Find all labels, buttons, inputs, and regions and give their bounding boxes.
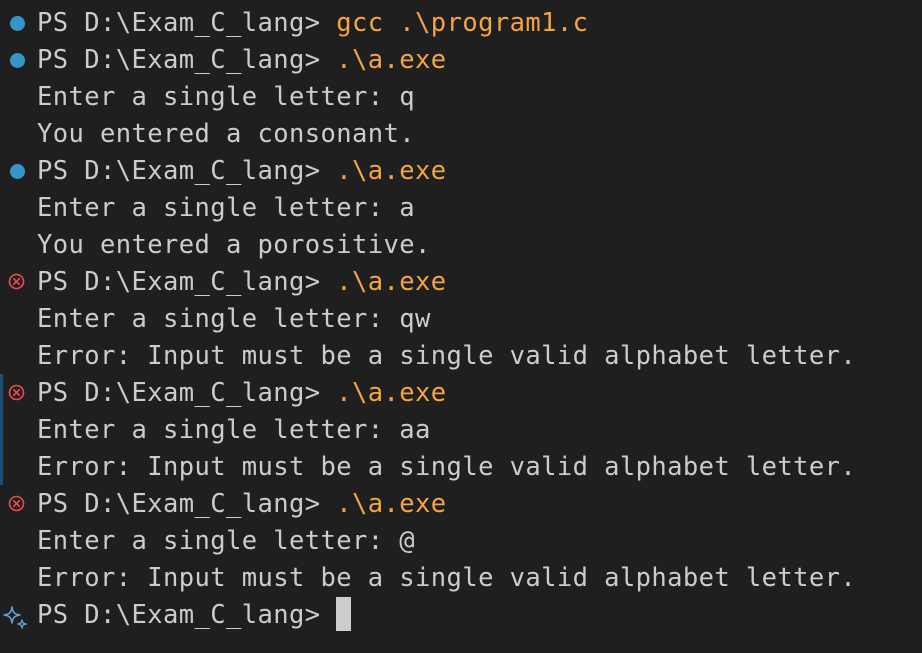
command-text: gcc .\program1.c (336, 8, 589, 38)
command-text: .\a.exe (336, 156, 447, 186)
prompt-text: PS D:\Exam_C_lang> (37, 8, 337, 38)
output-line: Enter a single letter: a (37, 193, 416, 223)
command-decoration-error[interactable] (7, 375, 27, 412)
prompt-line: PS D:\Exam_C_lang> .\a.exe (37, 153, 447, 190)
prompt-text: PS D:\Exam_C_lang> (37, 267, 337, 297)
command-text: .\a.exe (336, 45, 447, 75)
error-circle-icon (8, 384, 25, 401)
prompt-text: PS D:\Exam_C_lang> (37, 600, 337, 630)
error-circle-icon (8, 495, 25, 512)
command-decoration-success[interactable] (7, 153, 27, 190)
output-line: Enter a single letter: q (37, 82, 416, 112)
success-dot-icon (10, 164, 25, 179)
output-line: Enter a single letter: aa (37, 415, 431, 445)
selected-command-bar (0, 374, 3, 485)
output-line: You entered a porositive. (37, 230, 431, 260)
command-decoration-success[interactable] (7, 5, 27, 42)
command-text: .\a.exe (336, 489, 447, 519)
output-line: Enter a single letter: qw (37, 304, 431, 334)
output-line: Error: Input must be a single valid alph… (37, 341, 857, 371)
text-cursor (336, 597, 352, 631)
output-line: You entered a consonant. (37, 119, 416, 149)
prompt-text: PS D:\Exam_C_lang> (37, 489, 337, 519)
command-text: .\a.exe (336, 378, 447, 408)
prompt-line: PS D:\Exam_C_lang> .\a.exe (37, 486, 447, 523)
command-decoration-error[interactable] (7, 486, 27, 523)
success-dot-icon (10, 16, 25, 31)
command-text: .\a.exe (336, 267, 447, 297)
output-line: Enter a single letter: @ (37, 526, 416, 556)
prompt-line: PS D:\Exam_C_lang> .\a.exe (37, 264, 447, 301)
prompt-line: PS D:\Exam_C_lang> .\a.exe (37, 42, 447, 79)
prompt-text: PS D:\Exam_C_lang> (37, 378, 337, 408)
output-line: Error: Input must be a single valid alph… (37, 563, 857, 593)
command-decoration-success[interactable] (7, 42, 27, 79)
error-circle-icon (8, 273, 25, 290)
terminal-panel[interactable]: PS D:\Exam_C_lang> gcc .\program1.c PS D… (0, 0, 922, 653)
command-decoration-sparkle[interactable] (3, 597, 27, 634)
output-line: Error: Input must be a single valid alph… (37, 452, 857, 482)
prompt-line: PS D:\Exam_C_lang> gcc .\program1.c (37, 5, 588, 42)
prompt-text: PS D:\Exam_C_lang> (37, 156, 337, 186)
prompt-text: PS D:\Exam_C_lang> (37, 45, 337, 75)
command-decoration-error[interactable] (7, 264, 27, 301)
success-dot-icon (10, 53, 25, 68)
prompt-line: PS D:\Exam_C_lang> .\a.exe (37, 375, 447, 412)
sparkle-icon (3, 606, 27, 629)
current-prompt-line[interactable]: PS D:\Exam_C_lang> (37, 597, 352, 634)
